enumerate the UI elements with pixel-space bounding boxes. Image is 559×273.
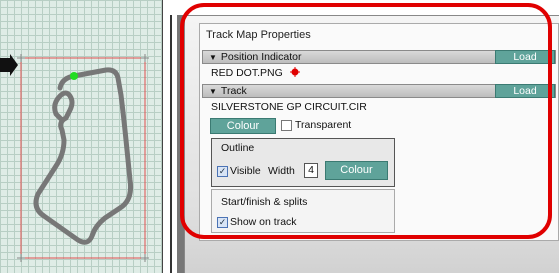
highlight-outline [180, 3, 552, 239]
divider [170, 15, 172, 273]
track-preview [0, 0, 163, 273]
track-map-graphic [17, 54, 149, 262]
track-outline [33, 67, 133, 245]
position-marker [70, 72, 78, 80]
pointer-arrow-icon [0, 54, 18, 76]
